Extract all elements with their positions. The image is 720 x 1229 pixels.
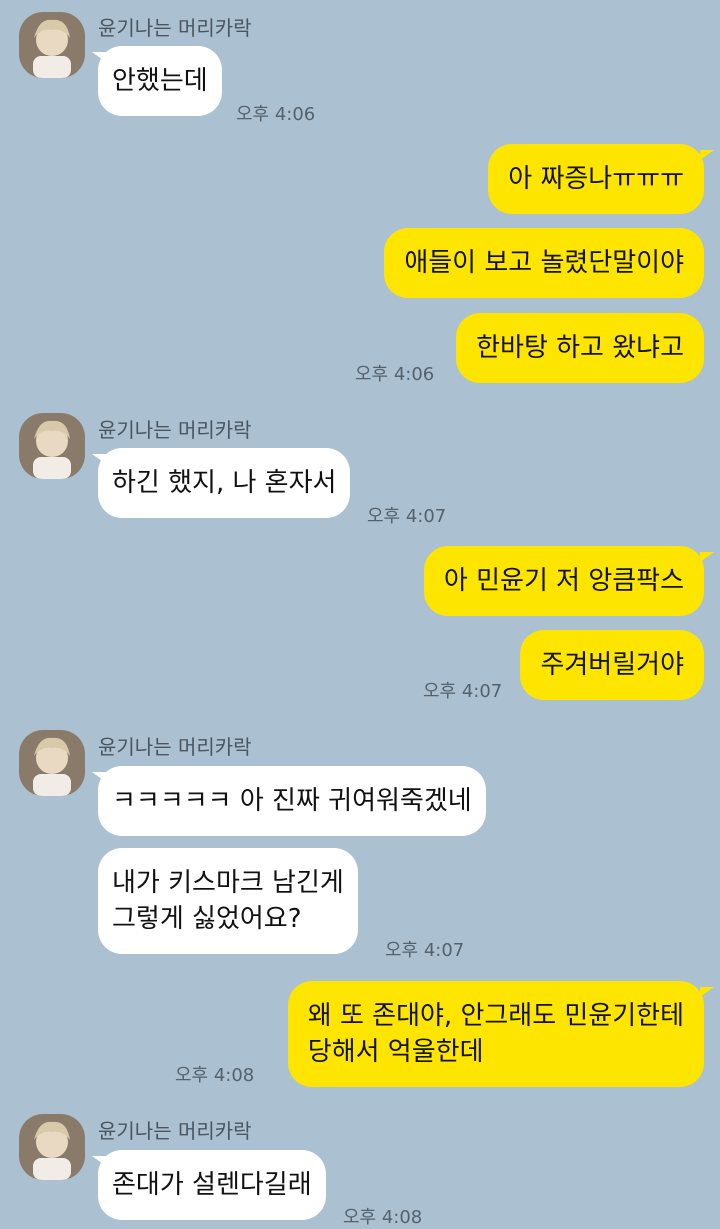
sender-name: 윤기나는 머리카락 [98, 418, 252, 442]
message-bubble-incoming[interactable]: 안했는데 [98, 46, 222, 116]
avatar[interactable] [19, 1114, 85, 1180]
avatar[interactable] [19, 413, 85, 479]
message-timestamp: 오후 4:08 [343, 1207, 423, 1228]
sender-name: 윤기나는 머리카락 [98, 16, 252, 40]
message-bubble-incoming[interactable]: 내가 키스마크 남긴게 그렇게 싫었어요? [98, 848, 358, 954]
message-bubble-outgoing[interactable]: 애들이 보고 놀렸단말이야 [384, 228, 704, 298]
message-timestamp: 오후 4:06 [355, 364, 435, 385]
message-timestamp: 오후 4:07 [367, 506, 447, 527]
avatar[interactable] [19, 730, 85, 796]
message-bubble-outgoing[interactable]: 아 짜증나ㅠㅠㅠ [488, 144, 704, 214]
message-bubble-outgoing[interactable]: 주겨버릴거야 [520, 630, 704, 700]
message-bubble-outgoing[interactable]: 아 민윤기 저 앙큼팍스 [423, 546, 704, 616]
avatar[interactable] [19, 12, 85, 78]
message-timestamp: 오후 4:07 [385, 940, 465, 961]
sender-name: 윤기나는 머리카락 [98, 735, 252, 759]
sender-name: 윤기나는 머리카락 [98, 1119, 252, 1143]
message-bubble-outgoing[interactable]: 한바탕 하고 왔냐고 [456, 313, 704, 383]
message-bubble-outgoing[interactable]: 왜 또 존대야, 안그래도 민윤기한테 당해서 억울한데 [287, 981, 704, 1087]
message-timestamp: 오후 4:06 [236, 104, 316, 125]
message-bubble-incoming[interactable]: 존대가 설렌다길래 [98, 1150, 326, 1220]
message-bubble-incoming[interactable]: ㅋㅋㅋㅋㅋ 아 진짜 귀여워죽겠네 [98, 766, 486, 836]
message-timestamp: 오후 4:08 [175, 1065, 255, 1086]
message-timestamp: 오후 4:07 [423, 681, 503, 702]
message-bubble-incoming[interactable]: 하긴 했지, 나 혼자서 [98, 448, 351, 518]
